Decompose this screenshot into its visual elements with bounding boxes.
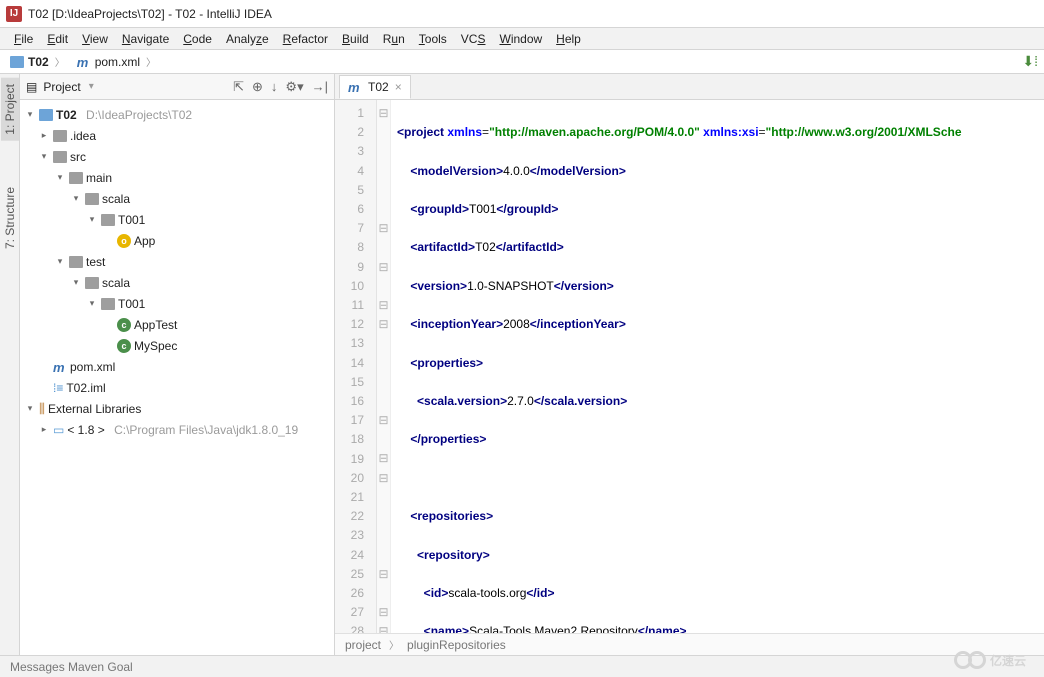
collapse-all-icon[interactable]: ⇱: [233, 79, 244, 95]
iml-icon: ⁞≡: [53, 381, 63, 395]
package-icon: [101, 214, 115, 226]
folder-icon: [69, 172, 83, 184]
menu-help[interactable]: Help: [550, 30, 587, 48]
menu-analyze[interactable]: Analyze: [220, 30, 275, 48]
menu-view[interactable]: View: [76, 30, 114, 48]
tree-test-scala[interactable]: ▾scala: [20, 272, 334, 293]
chevron-right-icon: 〉: [53, 54, 67, 69]
maven-icon: m: [53, 360, 67, 374]
tree-apptest[interactable]: cAppTest: [20, 314, 334, 335]
object-icon: o: [117, 234, 131, 248]
hide-icon[interactable]: →|: [312, 79, 328, 94]
dropdown-icon[interactable]: ▾: [87, 81, 96, 92]
class-icon: c: [117, 318, 131, 332]
tree-app[interactable]: oApp: [20, 230, 334, 251]
tree-ext-lib[interactable]: ▾⫼External Libraries: [20, 398, 334, 419]
chevron-right-icon: 〉: [144, 54, 158, 69]
sort-icon[interactable]: ↓: [271, 79, 278, 94]
class-icon: c: [117, 339, 131, 353]
status-bar: Messages Maven Goal: [0, 655, 1044, 677]
project-tool-window: ▤ Project ▾ ⇱ ⊕ ↓ ⚙▾ →| ▾T02 D:\IdeaProj…: [20, 74, 335, 655]
close-icon[interactable]: ×: [395, 80, 402, 94]
editor[interactable]: 1234567891011121314151617181920212223242…: [335, 100, 1044, 633]
tree-test-t001[interactable]: ▾T001: [20, 293, 334, 314]
tree-main-scala[interactable]: ▾scala: [20, 188, 334, 209]
module-icon: [39, 109, 53, 121]
breadcrumb-file[interactable]: mpom.xml〉: [73, 54, 162, 69]
editor-tab-t02[interactable]: mT02×: [339, 75, 411, 99]
tree-pom[interactable]: mpom.xml: [20, 356, 334, 377]
maven-icon: m: [77, 55, 91, 69]
folder-icon: [85, 193, 99, 205]
menu-vcs[interactable]: VCS: [455, 30, 492, 48]
tree-root[interactable]: ▾T02 D:\IdeaProjects\T02: [20, 104, 334, 125]
menu-code[interactable]: Code: [177, 30, 218, 48]
app-logo-icon: IJ: [6, 6, 22, 22]
nav-bar: T02〉 mpom.xml〉 ⬇⁞: [0, 50, 1044, 74]
code-area[interactable]: <project xmlns="http://maven.apache.org/…: [391, 100, 1044, 633]
crumb-project[interactable]: project: [345, 638, 381, 652]
target-icon[interactable]: ⊕: [252, 79, 263, 95]
gear-icon[interactable]: ⚙▾: [285, 79, 303, 95]
chevron-right-icon: 〉: [387, 637, 401, 652]
library-icon: ⫼: [39, 401, 45, 417]
crumb-pluginrepos[interactable]: pluginRepositories: [407, 638, 506, 652]
breadcrumb-root[interactable]: T02〉: [6, 54, 71, 69]
tool-window-stripe-left: 1: Project 7: Structure: [0, 74, 20, 655]
menu-tools[interactable]: Tools: [413, 30, 453, 48]
tree-iml[interactable]: ⁞≡T02.iml: [20, 377, 334, 398]
status-left[interactable]: Messages Maven Goal: [10, 660, 133, 674]
jdk-icon: ▭: [53, 423, 64, 437]
menu-bar: File Edit View Navigate Code Analyze Ref…: [0, 28, 1044, 50]
menu-file[interactable]: File: [8, 30, 39, 48]
line-gutter: 1234567891011121314151617181920212223242…: [335, 100, 377, 633]
project-tree[interactable]: ▾T02 D:\IdeaProjects\T02 ▸.idea ▾src ▾ma…: [20, 100, 334, 655]
menu-run[interactable]: Run: [377, 30, 411, 48]
folder-icon: [85, 277, 99, 289]
pane-title-label: Project: [43, 80, 80, 94]
tool-tab-structure[interactable]: 7: Structure: [1, 181, 19, 255]
folder-icon: [53, 130, 67, 142]
make-button[interactable]: ⬇⁞: [1022, 53, 1038, 70]
maven-icon: m: [348, 80, 362, 94]
tree-main[interactable]: ▾main: [20, 167, 334, 188]
tree-jdk[interactable]: ▸▭< 1.8 > C:\Program Files\Java\jdk1.8.0…: [20, 419, 334, 440]
tree-src[interactable]: ▾src: [20, 146, 334, 167]
title-bar: IJ T02 [D:\IdeaProjects\T02] - T02 - Int…: [0, 0, 1044, 28]
window-title: T02 [D:\IdeaProjects\T02] - T02 - Intell…: [28, 7, 272, 21]
menu-refactor[interactable]: Refactor: [277, 30, 334, 48]
menu-window[interactable]: Window: [493, 30, 548, 48]
tree-idea[interactable]: ▸.idea: [20, 125, 334, 146]
editor-tabs: mT02×: [335, 74, 1044, 100]
folder-icon: [10, 56, 24, 68]
editor-area: mT02× 1234567891011121314151617181920212…: [335, 74, 1044, 655]
tree-test[interactable]: ▾test: [20, 251, 334, 272]
package-icon: [101, 298, 115, 310]
tool-tab-project[interactable]: 1: Project: [1, 78, 19, 141]
menu-edit[interactable]: Edit: [41, 30, 74, 48]
tree-main-t001[interactable]: ▾T001: [20, 209, 334, 230]
fold-gutter: ⊟⊟⊟⊟⊟⊟⊟⊟⊟⊟⊟: [377, 100, 391, 633]
project-view-icon: ▤: [26, 80, 37, 94]
menu-navigate[interactable]: Navigate: [116, 30, 175, 48]
folder-icon: [53, 151, 67, 163]
folder-icon: [69, 256, 83, 268]
menu-build[interactable]: Build: [336, 30, 375, 48]
tree-myspec[interactable]: cMySpec: [20, 335, 334, 356]
editor-breadcrumb: project 〉 pluginRepositories: [335, 633, 1044, 655]
